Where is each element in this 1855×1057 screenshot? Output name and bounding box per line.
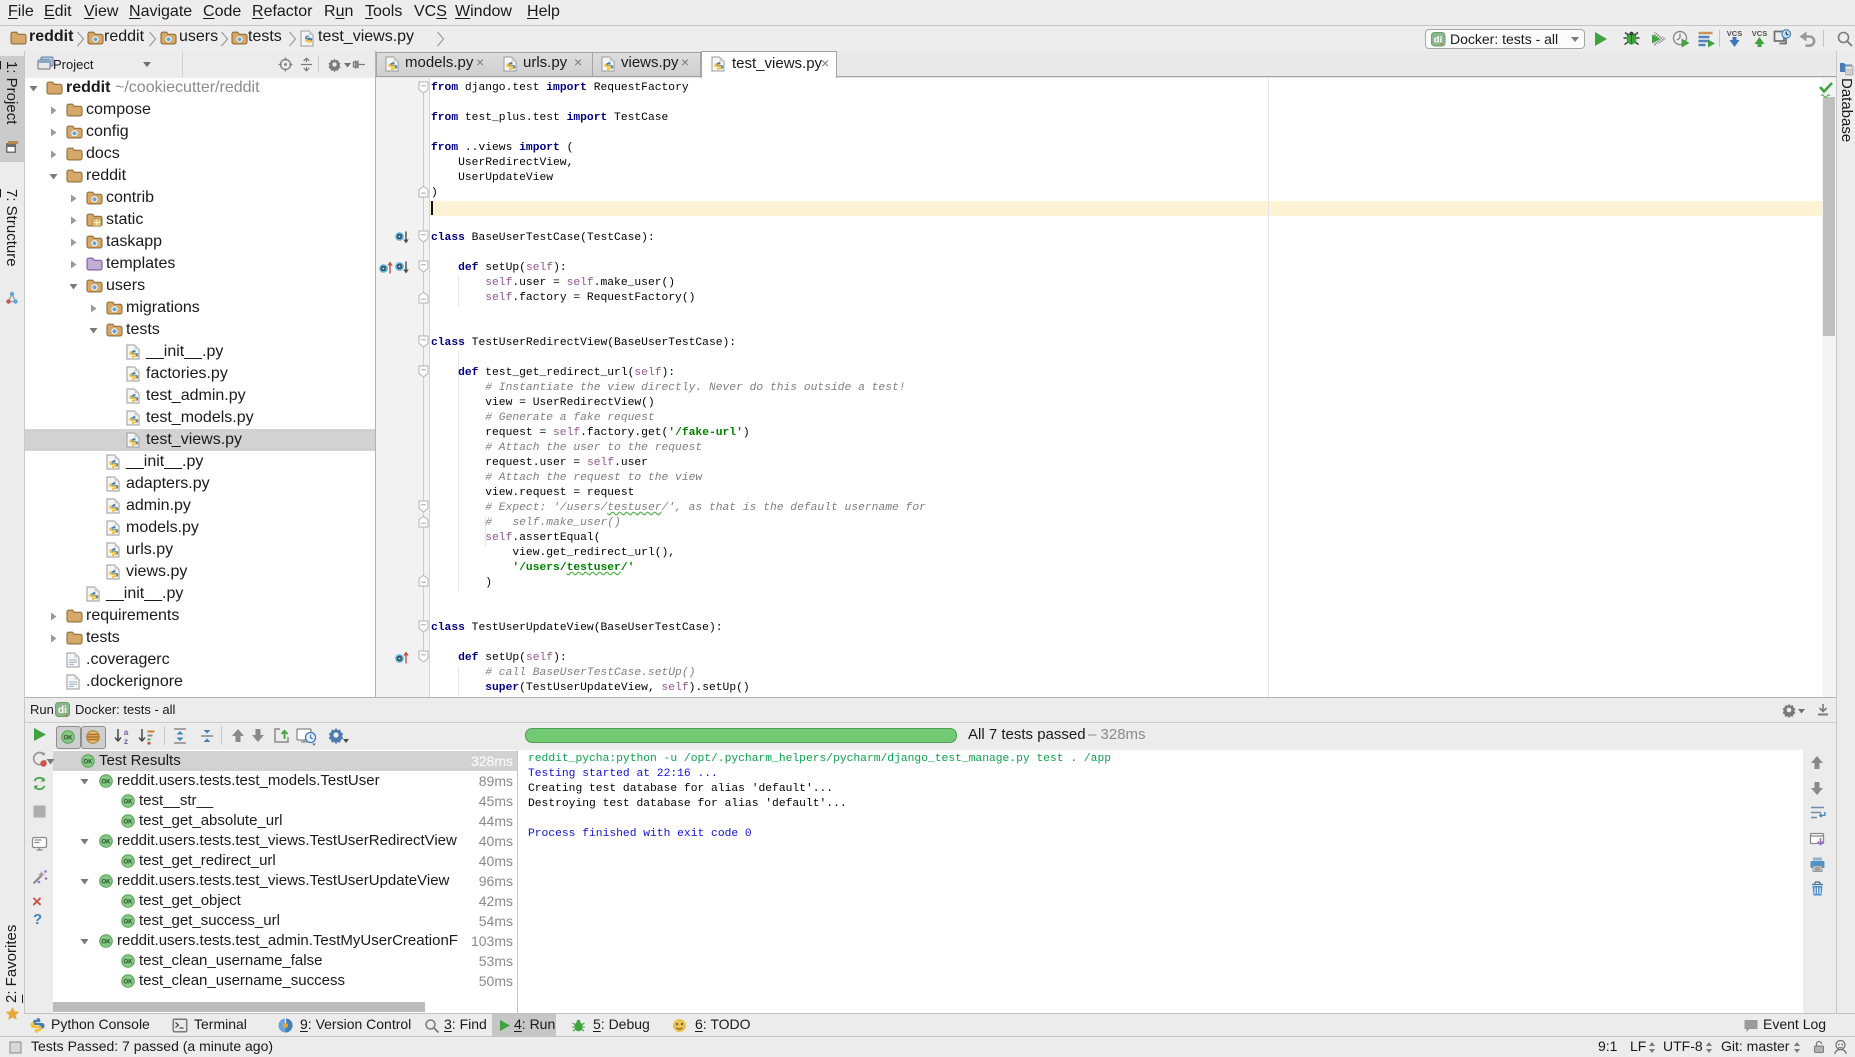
svg-text:VCS: VCS: [1752, 29, 1767, 38]
svg-text:di: di: [58, 705, 67, 716]
svg-text:VCS: VCS: [1727, 29, 1742, 38]
svg-text:z: z: [124, 736, 128, 746]
